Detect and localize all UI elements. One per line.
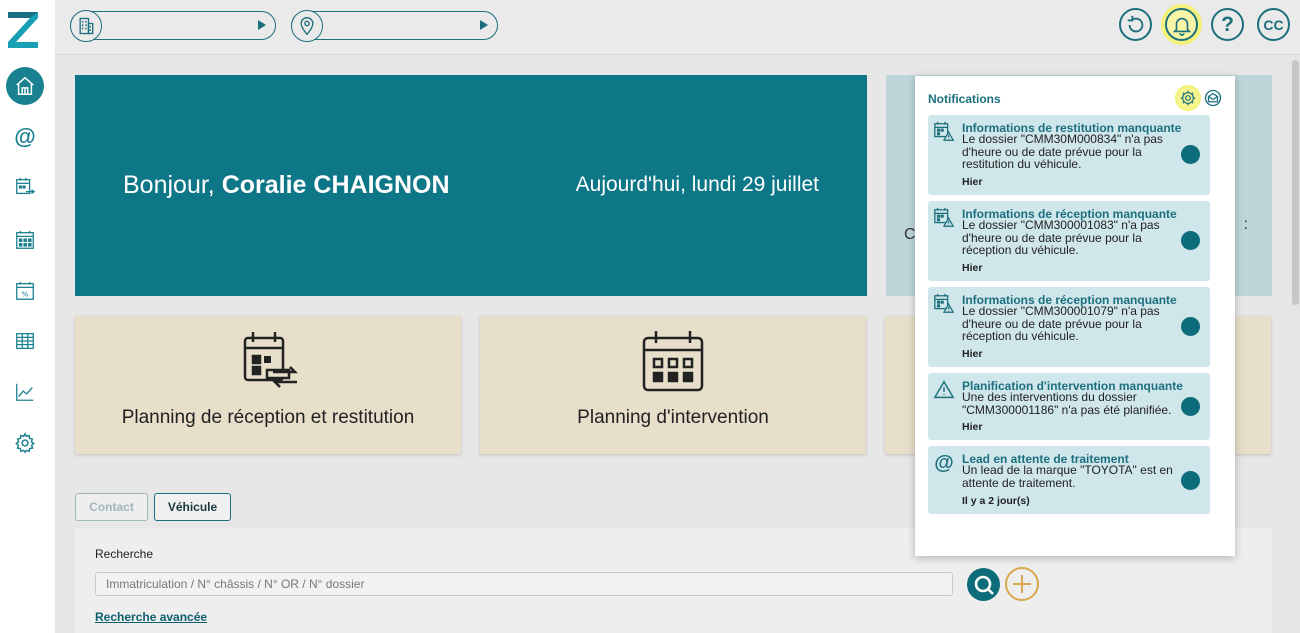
calendar-warning-icon — [934, 207, 955, 227]
refresh-button[interactable] — [1119, 8, 1152, 41]
calendar-percent-icon: % — [16, 281, 34, 300]
plus-icon — [1013, 575, 1031, 593]
gear-icon — [15, 432, 35, 454]
home-icon — [16, 76, 34, 95]
advanced-search-link[interactable]: Recherche avancée — [95, 610, 207, 624]
calendar-warning-icon — [934, 293, 955, 313]
gear-icon — [1180, 90, 1196, 106]
sidebar-item-home[interactable] — [6, 67, 44, 105]
tab-contact[interactable]: Contact — [75, 493, 148, 521]
search-icon — [974, 575, 994, 595]
notifications-panel: Notifications Informations de restitutio… — [915, 76, 1235, 556]
calendar-grid-icon — [642, 331, 704, 392]
tab-vehicule[interactable]: Véhicule — [154, 493, 231, 521]
notification-body: Le dossier "CMM300001083" n'a pas d'heur… — [962, 218, 1160, 257]
bell-icon — [1172, 17, 1191, 36]
notification-time: Il y a 2 jour(s) — [962, 495, 1030, 507]
help-button[interactable]: ? — [1211, 8, 1244, 41]
greeting: Bonjour, Coralie CHAIGNON — [123, 171, 450, 200]
notification-time: Hier — [962, 421, 983, 433]
search-input[interactable] — [95, 572, 953, 596]
notification-body: Un lead de la marque "TOYOTA" est en att… — [962, 463, 1173, 490]
location-pin-icon — [291, 10, 323, 42]
notification-item[interactable]: Informations de restitution manquante Le… — [928, 115, 1210, 195]
notification-settings-button[interactable] — [1177, 87, 1199, 109]
tile-label: Planning de réception et restitution — [121, 407, 415, 428]
notification-item[interactable]: @ Lead en attente de traitement Un lead … — [928, 446, 1210, 514]
unread-dot[interactable] — [1181, 317, 1200, 336]
calendar-transfer-icon — [243, 332, 299, 388]
app-logo[interactable] — [6, 8, 40, 48]
notification-body: Une des interventions du dossier "CMM300… — [962, 390, 1172, 417]
warning-triangle-icon — [933, 380, 955, 399]
tile-intervention-planning[interactable]: Planning d'intervention — [480, 316, 866, 454]
at-icon: @ — [14, 124, 36, 149]
chart-line-icon — [16, 383, 34, 401]
user-avatar-button[interactable]: CC — [1257, 8, 1290, 41]
sidebar-item-settings[interactable] — [6, 424, 44, 462]
sidebar: @ % — [0, 0, 55, 633]
at-icon: @ — [934, 452, 954, 474]
sidebar-item-intervention-planning[interactable] — [6, 221, 44, 259]
location-selector[interactable] — [291, 10, 498, 42]
welcome-banner: Bonjour, Coralie CHAIGNON Aujourd'hui, l… — [75, 75, 867, 296]
building-icon — [70, 10, 102, 42]
calendar-warning-icon — [934, 121, 955, 141]
greeting-prefix: Bonjour, — [123, 171, 215, 199]
notification-body: Le dossier "CMM30M000834" n'a pas d'heur… — [962, 132, 1163, 171]
notification-item[interactable]: Informations de réception manquante Le d… — [928, 287, 1210, 367]
question-mark-icon: ? — [1221, 12, 1234, 36]
site-selector[interactable] — [70, 10, 276, 42]
sidebar-item-promotions[interactable]: % — [6, 272, 44, 310]
table-icon — [16, 333, 34, 349]
sidebar-item-leads[interactable]: @ — [6, 118, 44, 156]
unread-dot[interactable] — [1181, 145, 1200, 164]
unread-dot[interactable] — [1181, 231, 1200, 250]
refresh-icon — [1127, 15, 1143, 32]
notifications-button[interactable] — [1165, 8, 1198, 41]
user-initials: CC — [1263, 16, 1284, 33]
notification-item[interactable]: Informations de réception manquante Le d… — [928, 201, 1210, 281]
notification-time: Hier — [962, 262, 983, 274]
unread-dot[interactable] — [1181, 397, 1200, 416]
sidebar-item-reception-planning[interactable] — [6, 168, 44, 206]
tile-label: Planning d'intervention — [577, 407, 769, 428]
mark-all-read-button[interactable] — [1203, 88, 1223, 108]
user-name: Coralie CHAIGNON — [221, 171, 450, 199]
calendar-transfer-icon — [16, 177, 36, 195]
search-button[interactable] — [967, 568, 1000, 601]
search-label: Recherche — [95, 547, 154, 561]
sidebar-item-statistics[interactable] — [6, 373, 44, 411]
unread-dot[interactable] — [1181, 471, 1200, 490]
notifications-title: Notifications — [928, 92, 1001, 106]
info-card-text-right: : — [1243, 216, 1248, 233]
calendar-grid-icon — [16, 230, 34, 249]
svg-text:%: % — [22, 290, 29, 299]
info-card-text-left: C — [904, 226, 916, 243]
scrollbar-thumb[interactable] — [1292, 60, 1299, 305]
add-button[interactable] — [1005, 567, 1039, 601]
notification-body: Le dossier "CMM300001079" n'a pas d'heur… — [962, 304, 1160, 343]
sidebar-item-tables[interactable] — [6, 322, 44, 360]
tile-reception-planning[interactable]: Planning de réception et restitution — [75, 316, 461, 454]
envelope-open-icon — [1204, 89, 1222, 107]
today-date: Aujourd'hui, lundi 29 juillet — [575, 173, 819, 196]
notification-time: Hier — [962, 176, 983, 188]
notification-time: Hier — [962, 348, 983, 360]
notification-item[interactable]: Planification d'intervention manquante U… — [928, 373, 1210, 440]
play-arrow-icon — [480, 20, 488, 30]
play-arrow-icon — [258, 20, 266, 30]
